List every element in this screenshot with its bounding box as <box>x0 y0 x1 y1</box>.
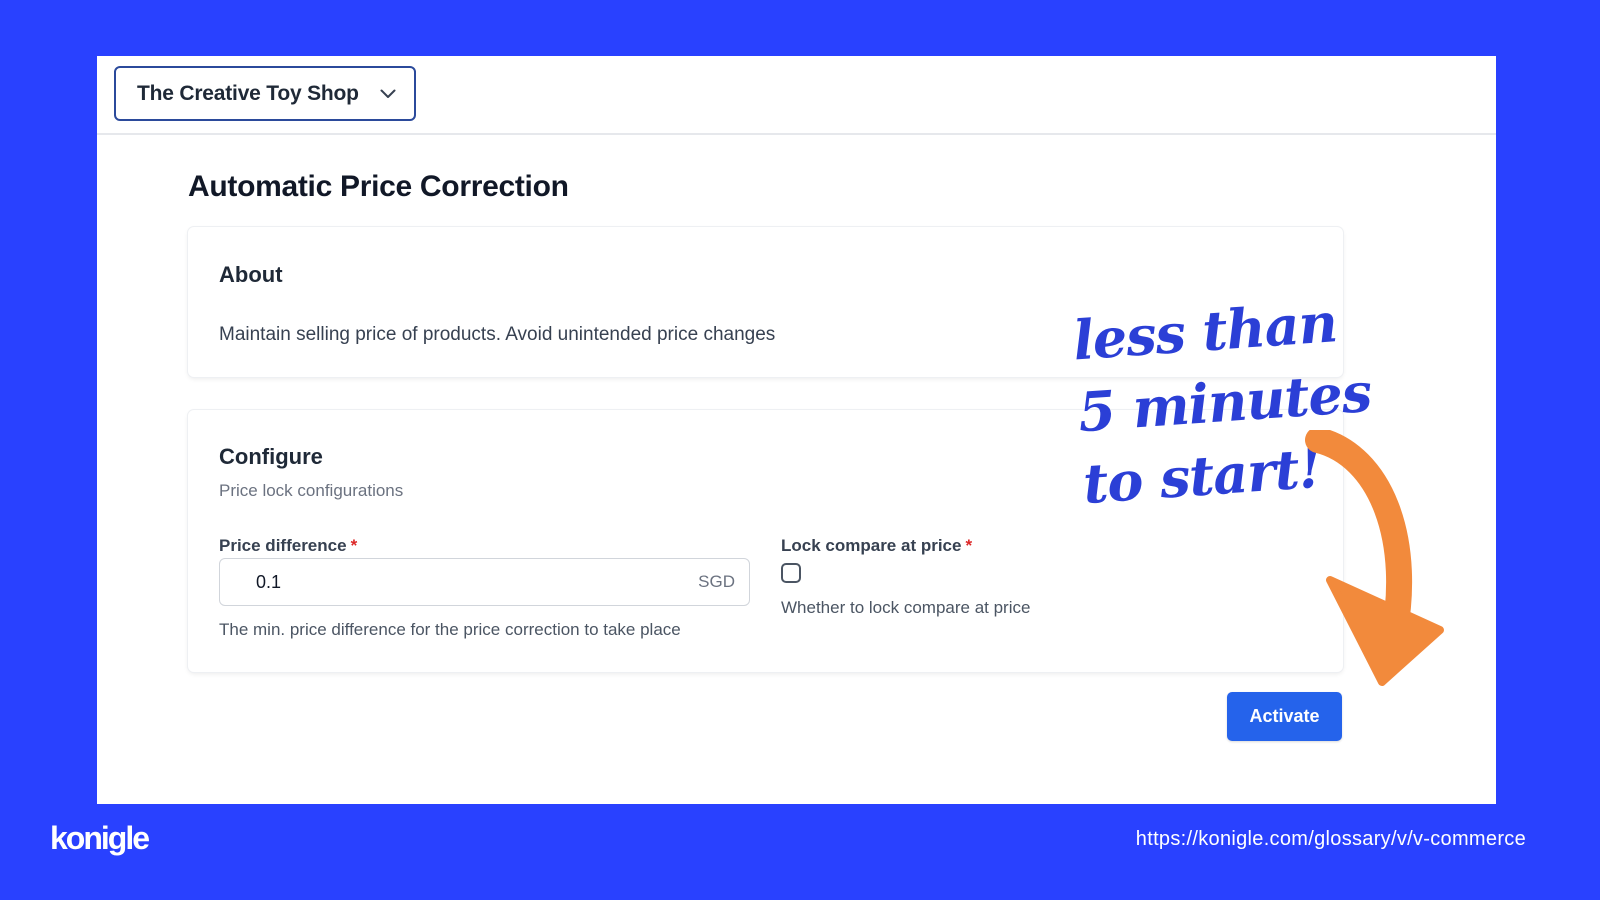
lock-compare-label: Lock compare at price * <box>781 536 972 556</box>
lock-compare-label-text: Lock compare at price <box>781 536 962 555</box>
page-title: Automatic Price Correction <box>188 170 569 203</box>
top-bar: The Creative Toy Shop <box>97 56 1496 135</box>
slide-canvas: The Creative Toy Shop Automatic Price Co… <box>0 0 1600 900</box>
handwritten-annotation: less than 5 minutes to start! <box>1071 288 1373 520</box>
currency-suffix: SGD <box>698 572 735 591</box>
source-url: https://konigle.com/glossary/v/v-commerc… <box>1135 828 1526 850</box>
curved-arrow-icon <box>1305 430 1444 686</box>
price-difference-field: SGD <box>219 558 750 606</box>
shop-selector-label: The Creative Toy Shop <box>137 81 359 105</box>
lock-compare-help: Whether to lock compare at price <box>781 598 1031 617</box>
lock-compare-checkbox[interactable] <box>781 563 801 583</box>
about-title: About <box>219 262 283 287</box>
required-marker: * <box>350 536 358 555</box>
price-difference-label: Price difference * <box>219 536 357 556</box>
price-difference-input[interactable] <box>256 571 699 593</box>
konigle-logo: konigle <box>50 820 150 856</box>
shop-selector-dropdown[interactable]: The Creative Toy Shop <box>114 66 416 121</box>
price-difference-help: The min. price difference for the price … <box>219 620 681 639</box>
about-description: Maintain selling price of products. Avoi… <box>219 324 776 345</box>
chevron-down-icon <box>380 86 396 102</box>
configure-subtitle: Price lock configurations <box>219 481 404 500</box>
required-marker: * <box>965 536 973 555</box>
price-difference-label-text: Price difference <box>219 536 347 555</box>
configure-title: Configure <box>219 444 323 469</box>
